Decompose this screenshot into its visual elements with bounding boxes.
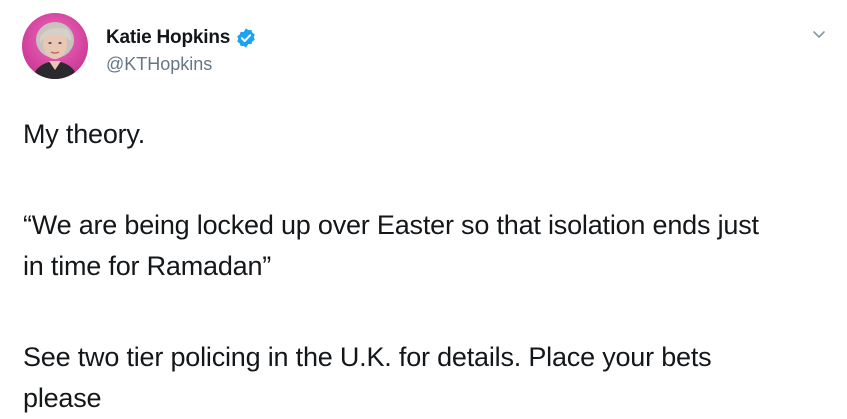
tweet-paragraph: See two tier policing in the U.K. for de… [23, 342, 719, 413]
tweet-card: Katie Hopkins @KTHopkins My theory. “We … [0, 0, 847, 416]
chevron-down-icon[interactable] [809, 24, 829, 44]
name-row: Katie Hopkins [106, 26, 257, 50]
avatar[interactable] [22, 13, 88, 79]
verified-badge-icon [235, 27, 257, 49]
avatar-photo [22, 13, 88, 79]
tweet-text: My theory. “We are being locked up over … [23, 114, 823, 419]
tweet-paragraph: “We are being locked up over Easter so t… [23, 210, 767, 281]
handle[interactable]: @KTHopkins [106, 54, 257, 75]
tweet-paragraph: My theory. [23, 119, 146, 149]
author-block: Katie Hopkins @KTHopkins [106, 26, 257, 75]
display-name[interactable]: Katie Hopkins [106, 27, 230, 49]
